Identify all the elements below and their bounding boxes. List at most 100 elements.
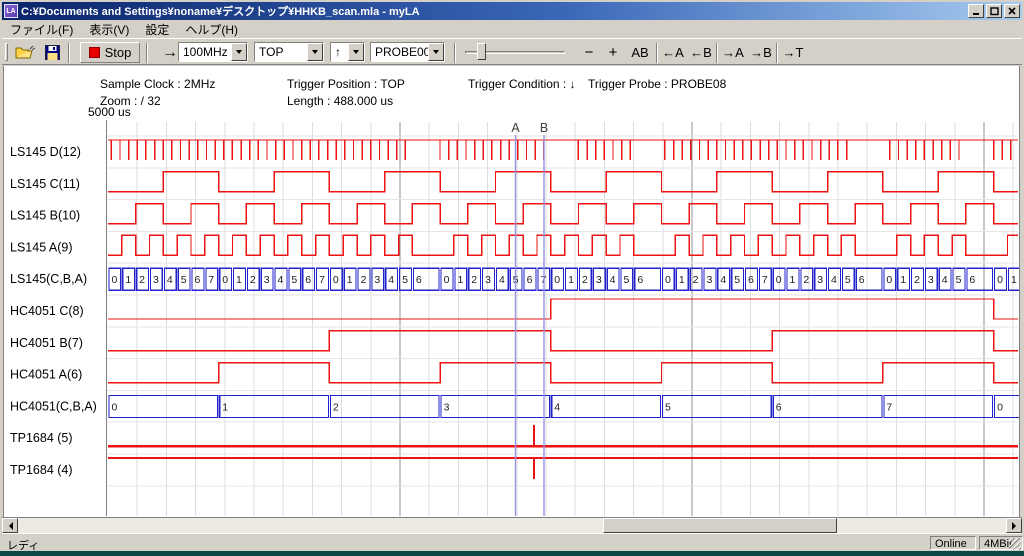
bus-cell	[773, 395, 882, 417]
trigger-position-combo[interactable]: TOP	[254, 42, 324, 62]
goto-b-right-button[interactable]: →B	[748, 42, 774, 63]
scroll-left-button[interactable]	[2, 518, 18, 533]
bus-cell-value: 2	[471, 274, 477, 286]
run-arrow-icon: →	[162, 44, 178, 62]
channel-label: LS145 C(11)	[10, 177, 80, 191]
save-floppy-icon	[45, 45, 60, 60]
menu-settings[interactable]: 設定	[137, 19, 177, 40]
toolbar-separator	[146, 43, 148, 63]
horizontal-scrollbar[interactable]	[2, 517, 1022, 533]
combo-dropdown-button[interactable]	[231, 43, 247, 61]
goto-a-left-button[interactable]: ←A	[660, 42, 686, 63]
bus-cell-value: 0	[776, 274, 782, 286]
bus-cell-value: 6	[859, 274, 865, 286]
minus-icon: −	[585, 44, 594, 61]
bus-cell-value: 1	[790, 274, 796, 286]
bus-cell-value: 6	[416, 274, 422, 286]
slider-handle[interactable]	[477, 43, 486, 60]
chevron-down-icon	[353, 50, 359, 57]
bus-cell-value: 3	[153, 274, 159, 286]
bus-cell-value: 2	[582, 274, 588, 286]
window-title: C:¥Documents and Settings¥noname¥デスクトップ¥…	[21, 3, 968, 19]
trigger-edge-value: ↑	[331, 43, 348, 61]
bus-cell-value: 5	[181, 274, 187, 286]
cursor-b-label: B	[540, 121, 548, 135]
zoom-in-button[interactable]: +	[602, 42, 624, 63]
bus-cell-value: 1	[236, 274, 242, 286]
combo-dropdown-button[interactable]	[428, 43, 444, 61]
status-bar: レディ Online 4MBit	[2, 533, 1022, 551]
goto-b-left-button[interactable]: ←B	[688, 42, 714, 63]
close-button[interactable]	[1004, 4, 1020, 18]
open-folder-icon	[15, 45, 35, 60]
toolbar-separator	[716, 43, 718, 63]
channel-label: LS145(C,B,A)	[10, 272, 87, 286]
stop-label: Stop	[105, 45, 132, 60]
bus-cell-value: 0	[333, 274, 339, 286]
channel-label: HC4051 B(7)	[10, 336, 83, 350]
bus-cell-value: 5	[845, 274, 851, 286]
triangle-right-icon	[1012, 522, 1020, 530]
sample-clock-combo[interactable]: 100MHz	[178, 42, 248, 62]
bus-cell-value: 1	[457, 274, 463, 286]
bus-cell	[109, 395, 218, 417]
trigger-position-value: TOP	[255, 43, 307, 61]
bus-cell-value: 1	[347, 274, 353, 286]
bus-cell-value: 5	[402, 274, 408, 286]
bus-cell-value: 1	[679, 274, 685, 286]
plus-icon: +	[609, 44, 618, 61]
combo-dropdown-button[interactable]	[307, 43, 323, 61]
bus-cell-value: 7	[208, 274, 214, 286]
right-arrow-a-icon: →A	[722, 45, 744, 60]
scroll-right-button[interactable]	[1006, 518, 1022, 533]
bus-cell-value: 7	[319, 274, 325, 286]
bus-cell-value: 6	[969, 274, 975, 286]
bus-cell-value: 0	[665, 274, 671, 286]
bus-cell-value: 2	[361, 274, 367, 286]
desktop-background	[0, 551, 1024, 556]
maximize-button[interactable]	[986, 4, 1002, 18]
bus-cell-value: 1	[222, 401, 228, 413]
bus-cell-value: 3	[707, 274, 713, 286]
toolbar-separator	[454, 43, 456, 63]
stop-button[interactable]: Stop	[80, 42, 140, 63]
zoom-slider[interactable]	[465, 42, 569, 62]
right-arrow-t-icon: →T	[783, 45, 804, 60]
channel-label: HC4051(C,B,A)	[10, 399, 97, 413]
save-button[interactable]	[40, 42, 64, 63]
trigger-probe-value: PROBE00	[371, 43, 428, 61]
goto-trigger-button[interactable]: →T	[780, 42, 806, 63]
goto-a-right-button[interactable]: →A	[720, 42, 746, 63]
bus-cell-value: 5	[665, 401, 671, 413]
bus-cell-value: 5	[623, 274, 629, 286]
bus-cell-value: 0	[112, 401, 118, 413]
left-arrow-b-icon: ←B	[690, 45, 712, 60]
scrollbar-thumb[interactable]	[603, 518, 837, 533]
zoom-out-button[interactable]: −	[578, 42, 600, 63]
waveform-tp1684-5-	[108, 425, 1018, 447]
toolbar: Stop → 100MHz TOP ↑ PROBE00 − + AB	[2, 38, 1022, 65]
menu-file[interactable]: ファイル(F)	[2, 19, 81, 40]
minimize-button[interactable]	[968, 4, 984, 18]
bus-cell-value: 7	[886, 401, 892, 413]
waveform-hc4051-b-7-	[108, 331, 1018, 351]
bus-cell-value: 3	[444, 401, 450, 413]
bus-cell-value: 0	[444, 274, 450, 286]
trigger-probe-combo[interactable]: PROBE00	[370, 42, 445, 62]
combo-dropdown-button[interactable]	[348, 43, 364, 61]
ab-button[interactable]: AB	[626, 42, 654, 63]
bus-cell-value: 6	[195, 274, 201, 286]
menu-view[interactable]: 表示(V)	[81, 19, 137, 40]
waveform-tp1684-4-	[108, 457, 1018, 479]
title-bar: LA C:¥Documents and Settings¥noname¥デスクト…	[2, 2, 1022, 20]
trigger-edge-combo[interactable]: ↑	[330, 42, 365, 62]
toolbar-grip	[5, 43, 8, 61]
bus-cell-value: 0	[112, 274, 118, 286]
menu-help[interactable]: ヘルプ(H)	[177, 19, 246, 40]
resize-grip[interactable]	[1009, 538, 1021, 550]
bus-cell-value: 4	[610, 274, 616, 286]
bus-cell	[330, 395, 439, 417]
open-button[interactable]	[12, 42, 38, 63]
bus-cell-value: 4	[720, 274, 726, 286]
sample-clock-value: 100MHz	[179, 43, 231, 61]
